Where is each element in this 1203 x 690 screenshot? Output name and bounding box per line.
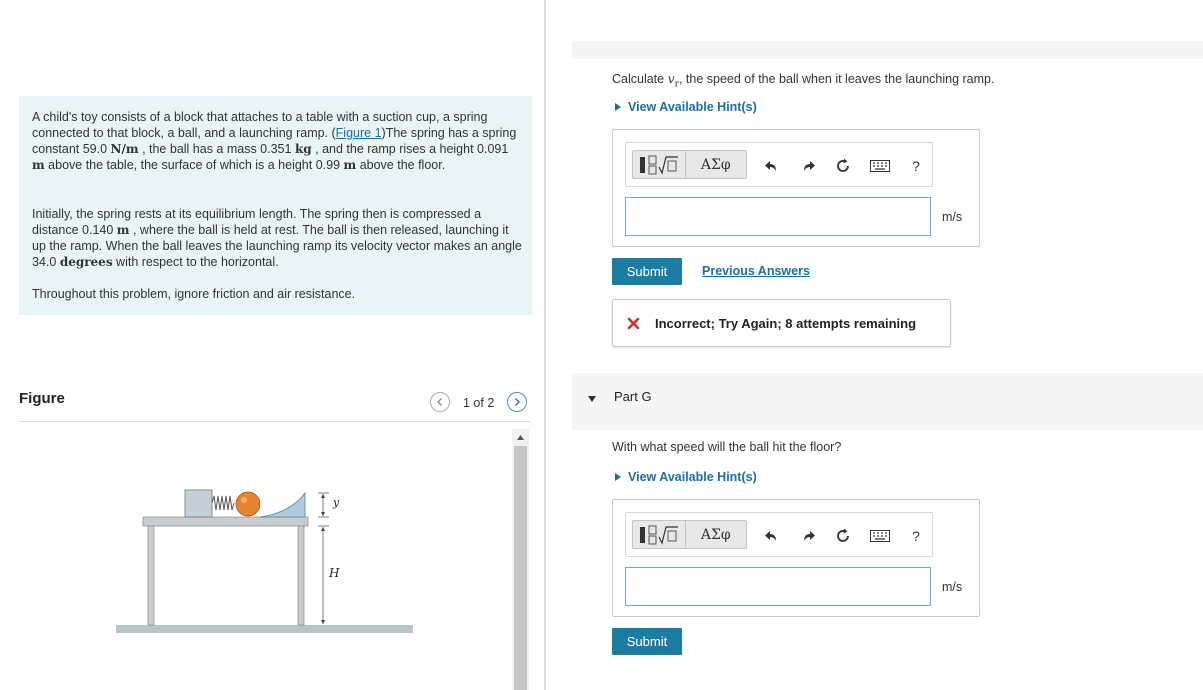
next-figure-button[interactable] — [507, 392, 527, 412]
figure-1-link[interactable]: Figure 1 — [336, 126, 382, 140]
arrow-up-icon — [517, 435, 524, 440]
problem-paragraph-1: A child's toy consists of a block that a… — [32, 110, 517, 172]
fraction-sqrt-icon — [639, 155, 678, 175]
keyboard-icon — [870, 160, 890, 172]
reset-icon — [837, 158, 849, 172]
keyboard-icon — [870, 530, 890, 542]
partg-header[interactable] — [572, 373, 1203, 430]
partf-hint-toggle[interactable]: View Available Hint(s) — [613, 100, 757, 114]
scrollbar-thumb[interactable] — [514, 446, 527, 690]
templates-button[interactable] — [633, 151, 686, 178]
triangle-down-icon — [588, 396, 596, 402]
table-top — [142, 516, 309, 527]
problem-paragraph-3: Throughout this problem, ignore friction… — [32, 287, 356, 301]
greek-symbols-button[interactable]: ΑΣφ — [686, 521, 746, 548]
spring — [211, 495, 235, 511]
triangle-right-icon — [615, 103, 621, 111]
floor — [116, 625, 413, 633]
partg-answer-input[interactable] — [625, 567, 931, 606]
reset-icon — [837, 528, 849, 542]
undo-icon — [765, 161, 776, 171]
ball — [235, 491, 261, 517]
partf-submit-button[interactable]: Submit — [612, 258, 682, 285]
partf-template-group: ΑΣφ — [632, 150, 747, 179]
partg-hint-toggle[interactable]: View Available Hint(s) — [613, 470, 757, 484]
redo-button[interactable] — [798, 526, 818, 546]
launching-ramp — [259, 491, 306, 518]
help-button[interactable]: ? — [909, 526, 923, 546]
triangle-right-icon — [615, 473, 621, 481]
partg-collapse-toggle[interactable] — [587, 391, 597, 409]
partf-answer-input[interactable] — [625, 197, 931, 236]
help-button[interactable]: ? — [909, 156, 923, 176]
partg-answer-panel: ΑΣφ ? m/s — [612, 499, 980, 617]
figure-drawing: y H — [116, 489, 413, 633]
ball-highlight — [241, 497, 247, 503]
templates-button[interactable] — [633, 521, 686, 548]
partg-unit: m/s — [942, 580, 963, 594]
part-header-band — [572, 41, 1203, 59]
partf-math-toolbar: ΑΣφ ? — [625, 142, 933, 187]
fraction-sqrt-icon — [639, 525, 678, 545]
reset-button[interactable] — [832, 525, 854, 547]
keyboard-button[interactable] — [869, 157, 891, 175]
label-y: y — [332, 496, 340, 509]
label-H: H — [328, 566, 340, 580]
prev-figure-button[interactable] — [430, 392, 450, 412]
redo-icon — [804, 161, 815, 171]
partg-template-group: ΑΣφ — [632, 520, 747, 549]
redo-button[interactable] — [798, 156, 818, 176]
problem-paragraph-2: Initially, the spring rests at its equil… — [32, 207, 522, 269]
partf-unit: m/s — [942, 210, 963, 224]
figure-pager: 1 of 2 — [463, 396, 495, 410]
greek-symbols-button[interactable]: ΑΣφ — [686, 151, 746, 178]
error-x-icon — [627, 317, 640, 330]
partg-title: Part G — [614, 389, 652, 404]
figure-divider — [19, 421, 530, 422]
table-leg-right — [297, 525, 305, 626]
partg-submit-button[interactable]: Submit — [612, 628, 682, 655]
figure-title: Figure — [19, 390, 65, 407]
table-leg-left — [147, 525, 155, 626]
chevron-left-icon — [437, 398, 442, 406]
undo-button[interactable] — [762, 526, 782, 546]
pane-divider[interactable] — [544, 0, 546, 690]
undo-icon — [765, 531, 776, 541]
previous-answers-link[interactable]: Previous Answers — [702, 264, 810, 278]
partg-math-toolbar: ΑΣφ ? — [625, 512, 933, 557]
partf-answer-panel: ΑΣφ ? m/s — [612, 129, 980, 247]
partf-feedback: Incorrect; Try Again; 8 attempts remaini… — [612, 299, 951, 347]
partf-question: Calculate vr, the speed of the ball when… — [612, 71, 995, 90]
reset-button[interactable] — [832, 155, 854, 177]
chevron-right-icon — [515, 398, 520, 406]
partg-question: With what speed will the ball hit the fl… — [612, 440, 842, 454]
problem-statement: A child's toy consists of a block that a… — [19, 96, 532, 315]
keyboard-button[interactable] — [869, 527, 891, 545]
scroll-up-button[interactable] — [514, 431, 527, 443]
suction-block — [184, 489, 213, 518]
redo-icon — [804, 531, 815, 541]
undo-button[interactable] — [762, 156, 782, 176]
